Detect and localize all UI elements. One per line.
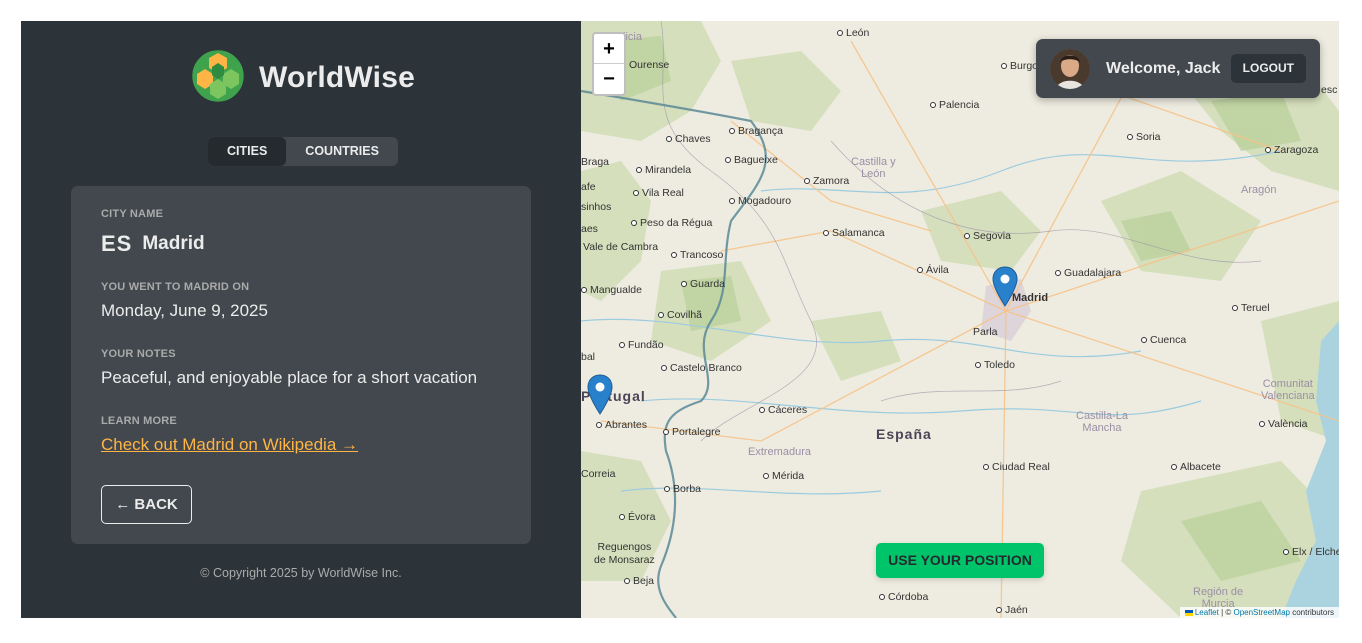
map-pin-icon xyxy=(992,266,1018,311)
globe-logo-icon xyxy=(191,49,245,108)
region-castilla-leon: Castilla y León xyxy=(851,156,896,180)
place-guadalajara: Guadalajara xyxy=(1055,267,1121,279)
use-position-button[interactable]: USE YOUR POSITION xyxy=(876,543,1044,578)
city-name-label: City name xyxy=(101,208,164,220)
place-bal: bal xyxy=(581,351,596,363)
place-peso-regua: Peso da Régua xyxy=(631,217,712,229)
learn-more-label: Learn more xyxy=(101,415,177,427)
place-vale-cambra: Vale de Cambra xyxy=(583,241,659,253)
logo[interactable]: WorldWise xyxy=(191,49,415,108)
view-tabs: Cities Countries xyxy=(208,137,398,166)
app-layout: WorldWise Cities Countries City name ES … xyxy=(21,21,1339,618)
zoom-out-button[interactable]: − xyxy=(594,64,624,94)
place-valencia: València xyxy=(1259,418,1308,430)
attribution-contributors: contributors xyxy=(1289,608,1334,617)
place-aes: aes xyxy=(581,223,598,235)
place-castelo-branco: Castelo Branco xyxy=(661,362,742,374)
place-bagueixe: Bagueixe xyxy=(725,154,778,166)
region-castilla-mancha: Castilla-La Mancha xyxy=(1076,410,1128,434)
sidebar: WorldWise Cities Countries City name ES … xyxy=(21,21,581,618)
place-fundao: Fundão xyxy=(619,339,664,351)
place-portalegre: Portalegre xyxy=(663,426,720,438)
place-albacete: Albacete xyxy=(1171,461,1221,473)
country-flag: ES xyxy=(101,231,133,256)
place-zaragoza: Zaragoza xyxy=(1265,144,1318,156)
place-chaves: Chaves xyxy=(666,133,711,145)
welcome-text: Welcome, Jack xyxy=(1106,59,1221,77)
zoom-in-button[interactable]: + xyxy=(594,34,624,64)
place-parla: Parla xyxy=(973,326,998,338)
place-mirandela: Mirandela xyxy=(636,164,691,176)
place-mogadouro: Mogadouro xyxy=(729,195,791,207)
logout-button[interactable]: Logout xyxy=(1230,54,1306,83)
attribution-separator: | © xyxy=(1218,608,1234,617)
user-panel: Welcome, Jack Logout xyxy=(1036,39,1320,98)
place-beja: Beja xyxy=(624,575,654,587)
place-reguengos: Reguengos de Monsaraz xyxy=(594,541,655,566)
city-heading: ES Madrid xyxy=(101,231,501,257)
place-elx: Elx / Elche xyxy=(1283,546,1339,558)
avatar xyxy=(1050,48,1090,89)
place-cuenca: Cuenca xyxy=(1141,334,1186,346)
notes-text: Peaceful, and enjoyable place for a shor… xyxy=(101,368,478,387)
wikipedia-link[interactable]: Check out Madrid on Wikipedia → xyxy=(101,435,358,455)
place-guarda: Guarda xyxy=(681,278,725,290)
marker-portugal[interactable] xyxy=(587,374,613,420)
place-vila-real: Vila Real xyxy=(633,187,684,199)
place-covilha: Covilhã xyxy=(658,309,702,321)
place-avila: Ávila xyxy=(917,264,949,276)
place-leon: León xyxy=(837,27,869,39)
map-attribution: Leaflet | © OpenStreetMap contributors xyxy=(1179,607,1339,618)
place-palencia: Palencia xyxy=(930,99,979,111)
place-teruel: Teruel xyxy=(1232,302,1270,314)
place-abrantes: Abrantes xyxy=(596,419,647,431)
place-toledo: Toledo xyxy=(975,359,1015,371)
tab-cities[interactable]: Cities xyxy=(208,137,287,166)
place-borba: Borba xyxy=(664,483,701,495)
country-label-spain: España xyxy=(876,426,932,442)
map-pin-icon xyxy=(587,374,613,419)
place-afe: afe xyxy=(581,181,596,193)
notes-label: Your notes xyxy=(101,348,176,360)
region-aragon: Aragón xyxy=(1241,184,1277,196)
place-soria: Soria xyxy=(1127,131,1161,143)
city-name: Madrid xyxy=(142,233,205,254)
place-segovia: Segovia xyxy=(964,230,1011,242)
place-ourense: Ourense xyxy=(629,59,670,71)
brand-name: WorldWise xyxy=(259,61,415,94)
place-sinhos: sinhos xyxy=(581,201,612,213)
back-button[interactable]: ← BACK xyxy=(101,485,192,524)
marker-madrid[interactable] xyxy=(992,266,1018,312)
place-cordoba: Córdoba xyxy=(879,591,928,603)
place-trancoso: Trancoso xyxy=(671,249,723,261)
visit-date: Monday, June 9, 2025 xyxy=(101,301,268,320)
place-merida: Mérida xyxy=(763,470,804,482)
place-caceres: Cáceres xyxy=(759,404,807,416)
place-jaen: Jaén xyxy=(996,604,1028,616)
flag-icon xyxy=(1184,608,1195,617)
copyright: © Copyright 2025 by WorldWise Inc. xyxy=(200,566,402,580)
zoom-control: + − xyxy=(592,32,626,96)
place-correia: Correia xyxy=(581,468,616,480)
region-extremadura: Extremadura xyxy=(748,446,811,458)
place-mangualde: Mangualde xyxy=(581,284,642,296)
map[interactable]: León Ourense licia Burgos Palencia Chave… xyxy=(581,21,1339,618)
place-evora: Évora xyxy=(619,511,655,523)
place-ciudad-real: Ciudad Real xyxy=(983,461,1050,473)
place-esc: esc xyxy=(1321,84,1338,96)
place-braga: Braga xyxy=(581,156,610,168)
place-salamanca: Salamanca xyxy=(823,227,885,239)
leaflet-link[interactable]: Leaflet xyxy=(1195,608,1219,617)
osm-link[interactable]: OpenStreetMap xyxy=(1233,608,1289,617)
city-details-card: City name ES Madrid You went to Madrid o… xyxy=(71,186,531,544)
region-comunitat: Comunitat Valenciana xyxy=(1261,378,1315,402)
place-zamora: Zamora xyxy=(804,175,849,187)
date-label: You went to Madrid on xyxy=(101,281,250,293)
place-braganca: Bragança xyxy=(729,125,783,137)
tab-countries[interactable]: Countries xyxy=(286,137,398,166)
